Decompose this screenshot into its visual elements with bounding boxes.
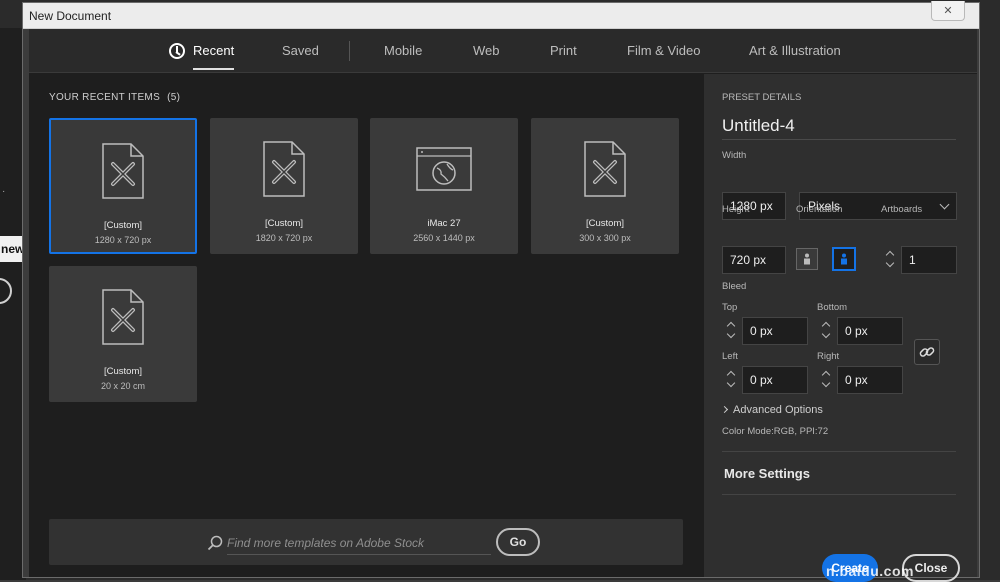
title-bar: New Document ✕ (23, 1, 979, 29)
recent-item-name: iMac 27 (427, 218, 461, 229)
bleed-top-input[interactable]: 0 px (742, 317, 808, 345)
custom-document-icon (102, 289, 144, 345)
color-mode-info: Color Mode:RGB, PPI:72 (722, 426, 829, 437)
bleed-left-input[interactable]: 0 px (742, 366, 808, 394)
background-mark: · (2, 186, 6, 197)
background-new-label[interactable]: new (0, 236, 24, 262)
window-close-button[interactable]: ✕ (931, 1, 965, 21)
bleed-left-stepper[interactable] (724, 366, 740, 394)
link-bleed-button[interactable] (914, 339, 940, 365)
landscape-orientation-button[interactable] (832, 247, 856, 271)
chevron-down-icon (939, 199, 950, 210)
create-button[interactable]: Create (822, 554, 878, 582)
bleed-bottom-input[interactable]: 0 px (837, 317, 903, 345)
recent-item-dimensions: 300 x 300 px (579, 233, 631, 243)
preset-details-panel: PRESET DETAILS Untitled-4 Width 1280 px … (704, 74, 977, 582)
custom-document-icon (263, 141, 305, 197)
recent-item-dimensions: 20 x 20 cm (100, 381, 146, 391)
tab-saved[interactable]: Saved (282, 43, 319, 58)
recent-items-count: (5) (167, 92, 181, 103)
recent-item-card[interactable]: [Custom] 1820 x 720 px (210, 118, 358, 254)
height-input[interactable]: 720 px (722, 246, 786, 274)
adobe-stock-search-input[interactable] (227, 531, 491, 555)
custom-document-icon (584, 141, 626, 197)
close-button[interactable]: Close (902, 554, 960, 582)
bleed-top-label: Top (722, 302, 738, 313)
chevron-down-icon (726, 329, 736, 339)
recent-item-name: [Custom] (585, 218, 624, 229)
bleed-right-stepper[interactable] (819, 366, 835, 394)
name-underline (722, 139, 956, 140)
clock-icon (169, 43, 185, 59)
artboards-input[interactable]: 1 (901, 246, 957, 274)
bleed-bottom-label: Bottom (817, 302, 848, 313)
artboards-label: Artboards (881, 204, 923, 215)
bleed-right-label: Right (817, 351, 840, 362)
tab-mobile[interactable]: Mobile (384, 43, 422, 58)
new-document-window: New Document ✕ Recent Saved Mobile Web P… (22, 1, 980, 582)
recent-item-dimensions: 2560 x 1440 px (413, 233, 475, 243)
recent-item-card[interactable]: iMac 27 2560 x 1440 px (370, 118, 518, 254)
link-icon (919, 347, 935, 357)
width-label: Width (722, 150, 747, 161)
height-label: Height (722, 204, 750, 215)
artboards-stepper[interactable] (883, 246, 899, 274)
portrait-icon (804, 253, 810, 265)
chevron-down-icon (885, 258, 895, 268)
web-browser-icon (416, 147, 472, 191)
advanced-options-label: Advanced Options (733, 404, 823, 416)
bleed-right-input[interactable]: 0 px (837, 366, 903, 394)
tab-film-video[interactable]: Film & Video (627, 43, 700, 58)
custom-document-icon (102, 143, 144, 199)
recent-items-panel: YOUR RECENT ITEMS (5) [Custom] 1280 x 72… (29, 74, 704, 577)
adobe-stock-search-bar: Go (49, 519, 683, 565)
more-settings-button[interactable]: More Settings (724, 466, 810, 481)
tab-web[interactable]: Web (473, 43, 500, 58)
preset-details-heading: PRESET DETAILS (722, 92, 802, 103)
recent-item-card[interactable]: [Custom] 300 x 300 px (531, 118, 679, 254)
recent-items-title: YOUR RECENT ITEMS (49, 92, 161, 103)
recent-item-name: [Custom] (103, 220, 142, 231)
recent-item-card[interactable]: [Custom] 20 x 20 cm (49, 266, 197, 402)
recent-item-name: [Custom] (103, 366, 142, 377)
document-name-field[interactable]: Untitled-4 (722, 116, 795, 136)
chevron-down-icon (821, 378, 831, 388)
chevron-right-icon (720, 405, 729, 414)
chevron-down-icon (821, 329, 831, 339)
recent-items-heading: YOUR RECENT ITEMS (5) (49, 92, 180, 103)
new-document-dialog: Recent Saved Mobile Web Print Film & Vid… (29, 29, 977, 582)
window-title: New Document (29, 9, 112, 23)
bleed-left-label: Left (722, 351, 738, 362)
divider (722, 494, 956, 495)
bleed-bottom-stepper[interactable] (819, 317, 835, 345)
tab-recent-label: Recent (193, 43, 235, 58)
bleed-top-stepper[interactable] (724, 317, 740, 345)
recent-item-dimensions: 1820 x 720 px (255, 233, 313, 243)
tab-art-illustration[interactable]: Art & Illustration (749, 43, 841, 58)
tab-recent[interactable]: Recent (193, 43, 235, 70)
search-icon (207, 535, 223, 551)
go-button[interactable]: Go (496, 528, 540, 556)
category-tabs: Recent Saved Mobile Web Print Film & Vid… (29, 29, 977, 73)
recent-item-dimensions: 1280 x 720 px (94, 235, 152, 245)
tab-print[interactable]: Print (550, 43, 577, 58)
recent-item-name: [Custom] (264, 218, 303, 229)
advanced-options-toggle[interactable]: Advanced Options (720, 404, 823, 416)
bleed-label: Bleed (722, 281, 747, 292)
orientation-label: Orientation (796, 204, 843, 215)
close-icon: ✕ (943, 5, 953, 17)
chevron-down-icon (726, 378, 736, 388)
recent-item-card[interactable]: [Custom] 1280 x 720 px (49, 118, 197, 254)
portrait-orientation-button[interactable] (796, 248, 818, 270)
active-tab-underline (193, 68, 235, 70)
landscape-icon (841, 253, 847, 265)
divider (722, 451, 956, 452)
tab-divider (349, 41, 350, 61)
